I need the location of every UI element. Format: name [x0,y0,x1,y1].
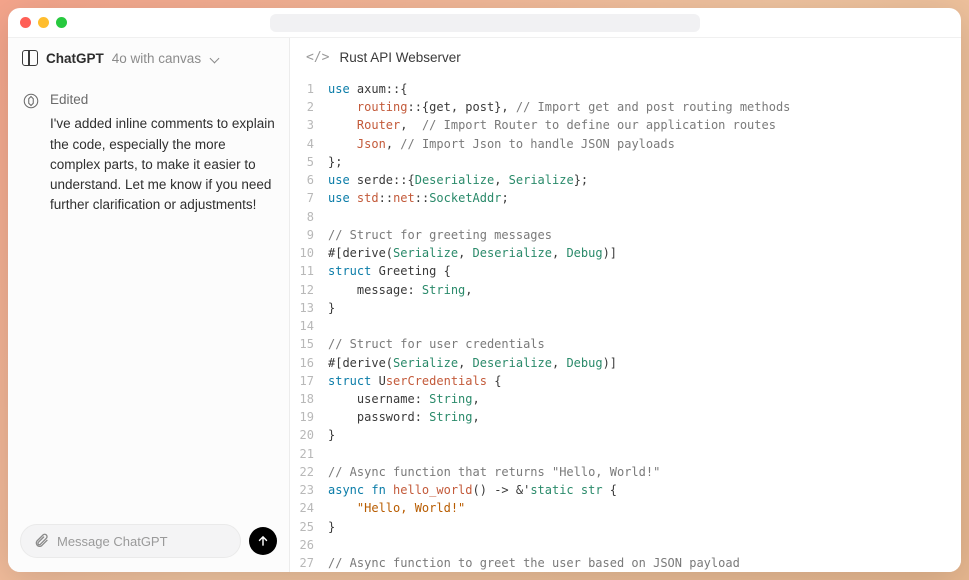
code-line[interactable]: } [328,518,961,536]
code-line[interactable]: } [328,299,961,317]
code-line[interactable]: // Struct for user credentials [328,335,961,353]
titlebar-search[interactable] [270,14,700,32]
maximize-window-button[interactable] [56,17,67,28]
code-line[interactable]: use std::net::SocketAddr; [328,189,961,207]
minimize-window-button[interactable] [38,17,49,28]
code-line[interactable]: message: String, [328,281,961,299]
code-line[interactable]: Router, // Import Router to define our a… [328,116,961,134]
editor-body[interactable]: 1234567891011121314151617181920212223242… [290,76,961,572]
chat-input-row: Message ChatGPT [8,514,289,572]
sidebar-toggle-icon[interactable] [22,50,38,66]
code-line[interactable]: use serde::{Deserialize, Serialize}; [328,171,961,189]
code-line[interactable]: password: String, [328,408,961,426]
assistant-avatar-icon [22,92,40,110]
send-button[interactable] [249,527,277,555]
editor-title: Rust API Webserver [339,50,460,65]
code-line[interactable]: // Async function to greet the user base… [328,554,961,572]
assistant-message: Edited I've added inline comments to exp… [22,90,275,216]
code-line[interactable]: async fn hello_world() -> &'static str { [328,481,961,499]
message-body: Edited I've added inline comments to exp… [50,90,275,216]
code-line[interactable]: "Hello, World!" [328,499,961,517]
code-line[interactable]: } [328,426,961,444]
message-text: I've added inline comments to explain th… [50,114,275,215]
close-window-button[interactable] [20,17,31,28]
chat-input[interactable]: Message ChatGPT [20,524,241,558]
code-line[interactable]: #[derive(Serialize, Deserialize, Debug)] [328,354,961,372]
attach-icon[interactable] [33,533,49,549]
code-line[interactable]: // Async function that returns "Hello, W… [328,463,961,481]
code-line[interactable]: username: String, [328,390,961,408]
main-area: ChatGPT 4o with canvas Edited I've added… [8,38,961,572]
chat-input-placeholder: Message ChatGPT [57,534,168,549]
app-window: ChatGPT 4o with canvas Edited I've added… [8,8,961,572]
code-line[interactable]: struct Greeting { [328,262,961,280]
line-gutter: 1234567891011121314151617181920212223242… [290,80,324,572]
traffic-lights [20,17,67,28]
titlebar [8,8,961,38]
code-line[interactable]: Json, // Import Json to handle JSON payl… [328,135,961,153]
code-line[interactable] [328,317,961,335]
chevron-down-icon [209,53,219,63]
code-line[interactable] [328,208,961,226]
code-editor: </> Rust API Webserver 12345678910111213… [290,38,961,572]
code-line[interactable] [328,445,961,463]
code-line[interactable]: struct UserCredentials { [328,372,961,390]
chat-messages: Edited I've added inline comments to exp… [8,76,289,514]
code-content[interactable]: use axum::{ routing::{get, post}, // Imp… [324,80,961,572]
model-variant: 4o with canvas [112,51,201,66]
code-icon: </> [306,50,329,65]
code-line[interactable] [328,536,961,554]
code-line[interactable]: #[derive(Serialize, Deserialize, Debug)] [328,244,961,262]
model-name: ChatGPT [46,51,104,66]
code-line[interactable]: // Struct for greeting messages [328,226,961,244]
code-line[interactable]: routing::{get, post}, // Import get and … [328,98,961,116]
model-selector[interactable]: ChatGPT 4o with canvas [8,38,289,76]
code-line[interactable]: use axum::{ [328,80,961,98]
editor-header: </> Rust API Webserver [290,38,961,76]
chat-sidebar: ChatGPT 4o with canvas Edited I've added… [8,38,290,572]
code-line[interactable]: }; [328,153,961,171]
message-title: Edited [50,90,275,110]
